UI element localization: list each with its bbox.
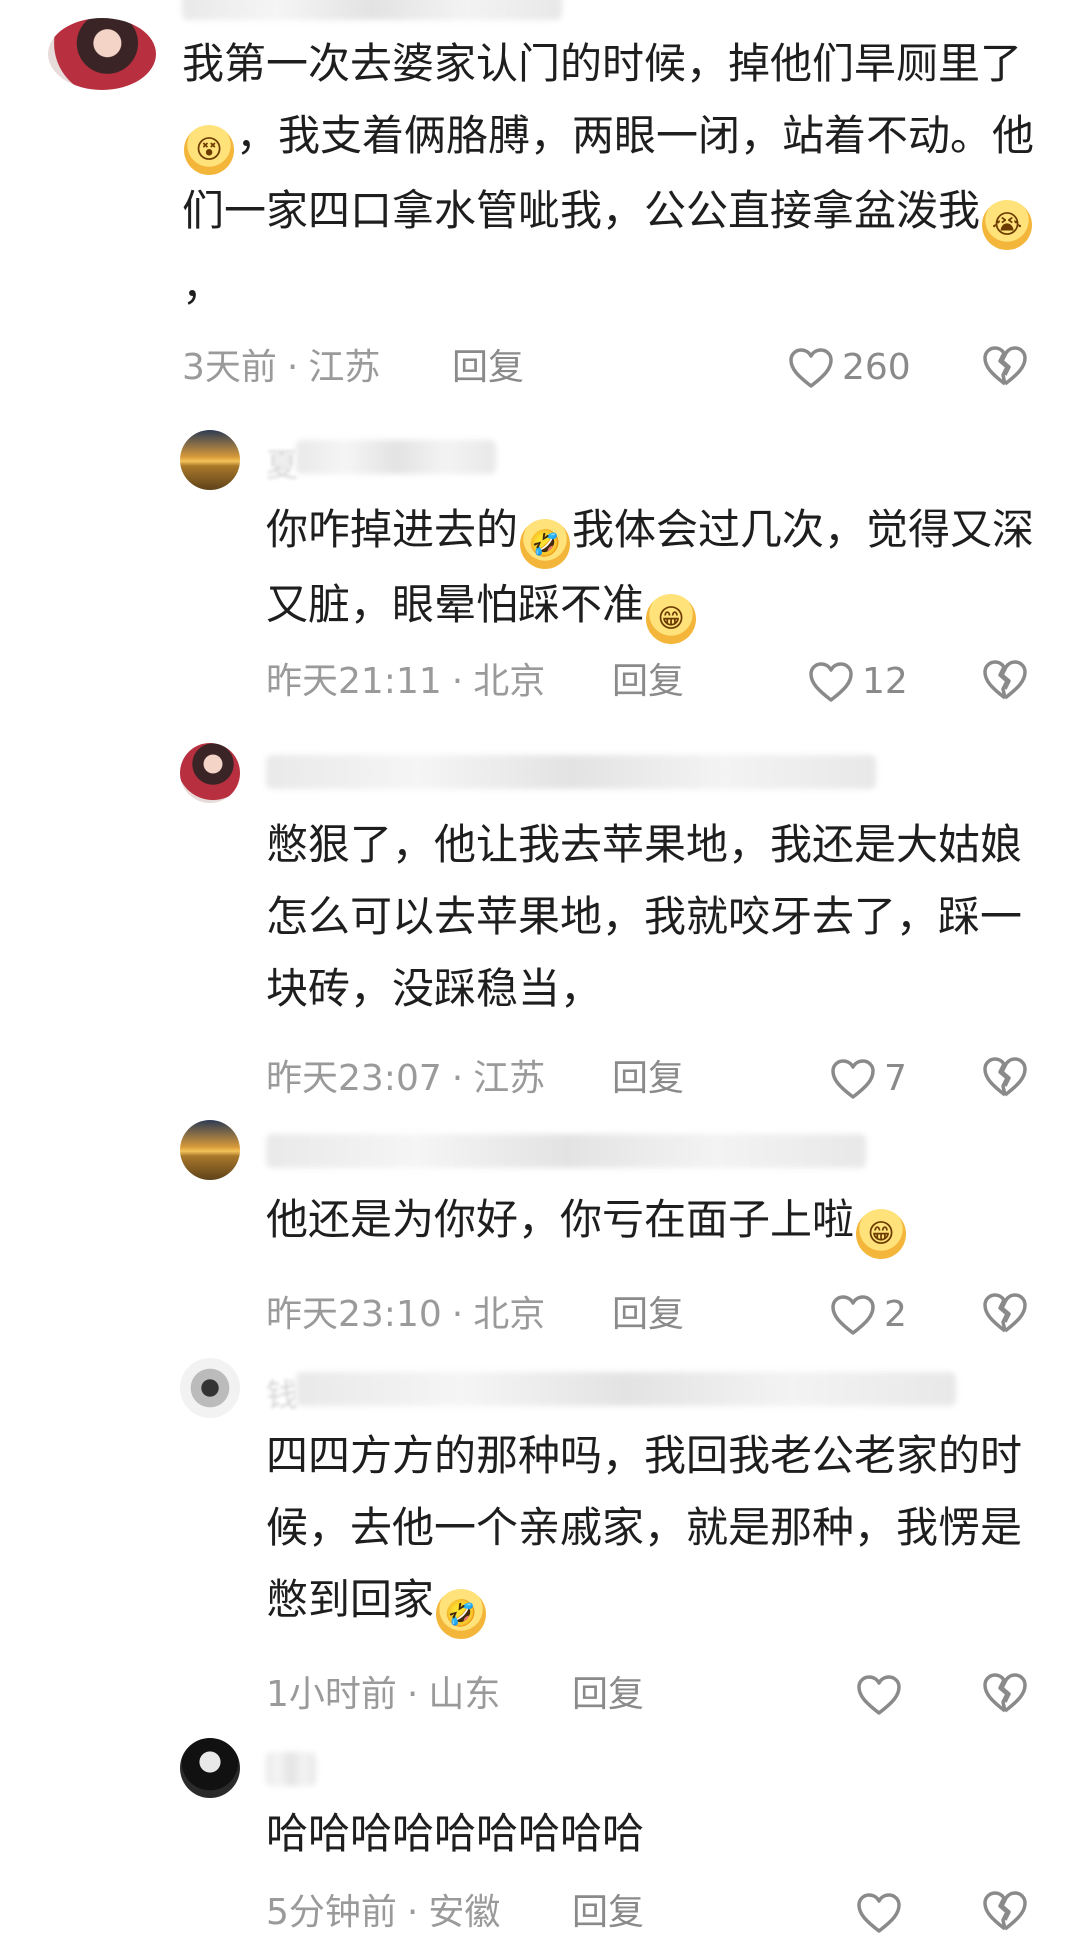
reply-button[interactable]: 回复 [612, 1054, 684, 1104]
broken-heart-icon [982, 1054, 1032, 1100]
dislike-button[interactable] [982, 1670, 1032, 1720]
timestamp: 昨天23:10 [266, 1294, 442, 1335]
like-count: 12 [862, 661, 908, 702]
comment-text: 你咋掉进去的 🤣 我体会过几次，觉得又深又脏，眼晕怕踩不准 😁 [266, 494, 1046, 644]
comment-text: 他还是为你好，你亏在面子上啦 😁 [266, 1184, 1046, 1259]
like-button[interactable]: 260 [788, 343, 911, 393]
comment-meta: 1小时前 · 山东 [266, 1674, 501, 1715]
like-button[interactable] [856, 1888, 902, 1938]
reply-button[interactable]: 回复 [612, 657, 684, 707]
like-button[interactable]: 7 [830, 1054, 907, 1104]
username-blur-mask [296, 440, 496, 474]
comment-meta: 昨天23:07 · 江苏 [266, 1058, 546, 1099]
avatar[interactable] [180, 1738, 240, 1798]
broken-heart-icon [982, 1670, 1032, 1716]
like-button[interactable] [856, 1670, 902, 1720]
reply-button[interactable]: 回复 [612, 1290, 684, 1340]
emoji-icon: 🤣 [436, 1589, 487, 1639]
username-blurred[interactable] [266, 755, 876, 789]
timestamp: 3天前 [182, 347, 277, 388]
dislike-button[interactable] [982, 657, 1032, 707]
location: 山东 [428, 1674, 501, 1715]
broken-heart-icon [982, 657, 1032, 703]
reply-button[interactable]: 回复 [452, 343, 524, 393]
timestamp: 昨天21:11 [266, 661, 442, 702]
avatar[interactable] [48, 18, 156, 90]
dislike-button[interactable] [982, 343, 1032, 393]
like-button[interactable]: 2 [830, 1290, 907, 1340]
username-blurred[interactable] [266, 1134, 866, 1168]
like-count: 7 [884, 1058, 907, 1099]
like-button[interactable]: 12 [808, 657, 908, 707]
username-blurred[interactable]: 钱 [266, 1370, 298, 1416]
broken-heart-icon [982, 1290, 1032, 1336]
heart-outline-icon [788, 347, 834, 389]
avatar[interactable] [180, 1120, 240, 1180]
comment-text: 哈哈哈哈哈哈哈哈哈 [266, 1809, 645, 1858]
comment-text: 我第一次去婆家认门的时候，掉他们旱厕里了😵 ，我支着俩胳膊，两眼一闭，站着不动。他… [182, 39, 1035, 310]
comment-meta: 昨天23:10 · 北京 [266, 1294, 546, 1335]
location: 江苏 [308, 347, 381, 388]
heart-outline-icon [808, 661, 854, 703]
dislike-button[interactable] [982, 1888, 1032, 1938]
emoji-icon: 😭 [982, 200, 1033, 250]
heart-outline-icon [830, 1058, 876, 1100]
location: 北京 [473, 1294, 546, 1335]
like-count: 260 [842, 347, 911, 388]
location: 北京 [473, 661, 546, 702]
reply-button[interactable]: 回复 [572, 1670, 644, 1720]
timestamp: 昨天23:07 [266, 1058, 442, 1099]
emoji-icon: 😁 [646, 594, 697, 644]
emoji-icon: 😁 [856, 1209, 907, 1259]
avatar[interactable] [180, 743, 240, 803]
username-blur-mask [296, 1372, 956, 1406]
emoji-icon: 🤣 [520, 519, 571, 569]
reply-button[interactable]: 回复 [572, 1888, 644, 1938]
comment-text: 四四方方的那种吗，我回我老公老家的时候，去他一个亲戚家，就是那种，我愣是憋到回家… [266, 1420, 1046, 1639]
broken-heart-icon [982, 343, 1032, 389]
location: 江苏 [473, 1058, 546, 1099]
heart-outline-icon [856, 1892, 902, 1934]
username-blurred[interactable] [266, 1752, 316, 1786]
heart-outline-icon [830, 1294, 876, 1336]
comment-text: 憋狠了，他让我去苹果地，我还是大姑娘怎么可以去苹果地，我就咬牙去了，踩一块砖，没… [266, 820, 1023, 1013]
dislike-button[interactable] [982, 1290, 1032, 1340]
broken-heart-icon [982, 1888, 1032, 1934]
avatar[interactable] [180, 430, 240, 490]
username-blurred[interactable]: 夏 [266, 440, 298, 486]
emoji-icon: 😵 [184, 125, 234, 175]
heart-outline-icon [856, 1674, 902, 1716]
comment-meta: 3天前 · 江苏 [182, 347, 381, 388]
like-count: 2 [884, 1294, 907, 1335]
dislike-button[interactable] [982, 1054, 1032, 1104]
comment-meta: 昨天21:11 · 北京 [266, 661, 546, 702]
username-blurred[interactable] [182, 0, 562, 20]
comment-meta: 5分钟前 · 安徽 [266, 1892, 501, 1933]
timestamp: 1小时前 [266, 1674, 397, 1715]
avatar[interactable] [180, 1358, 240, 1418]
